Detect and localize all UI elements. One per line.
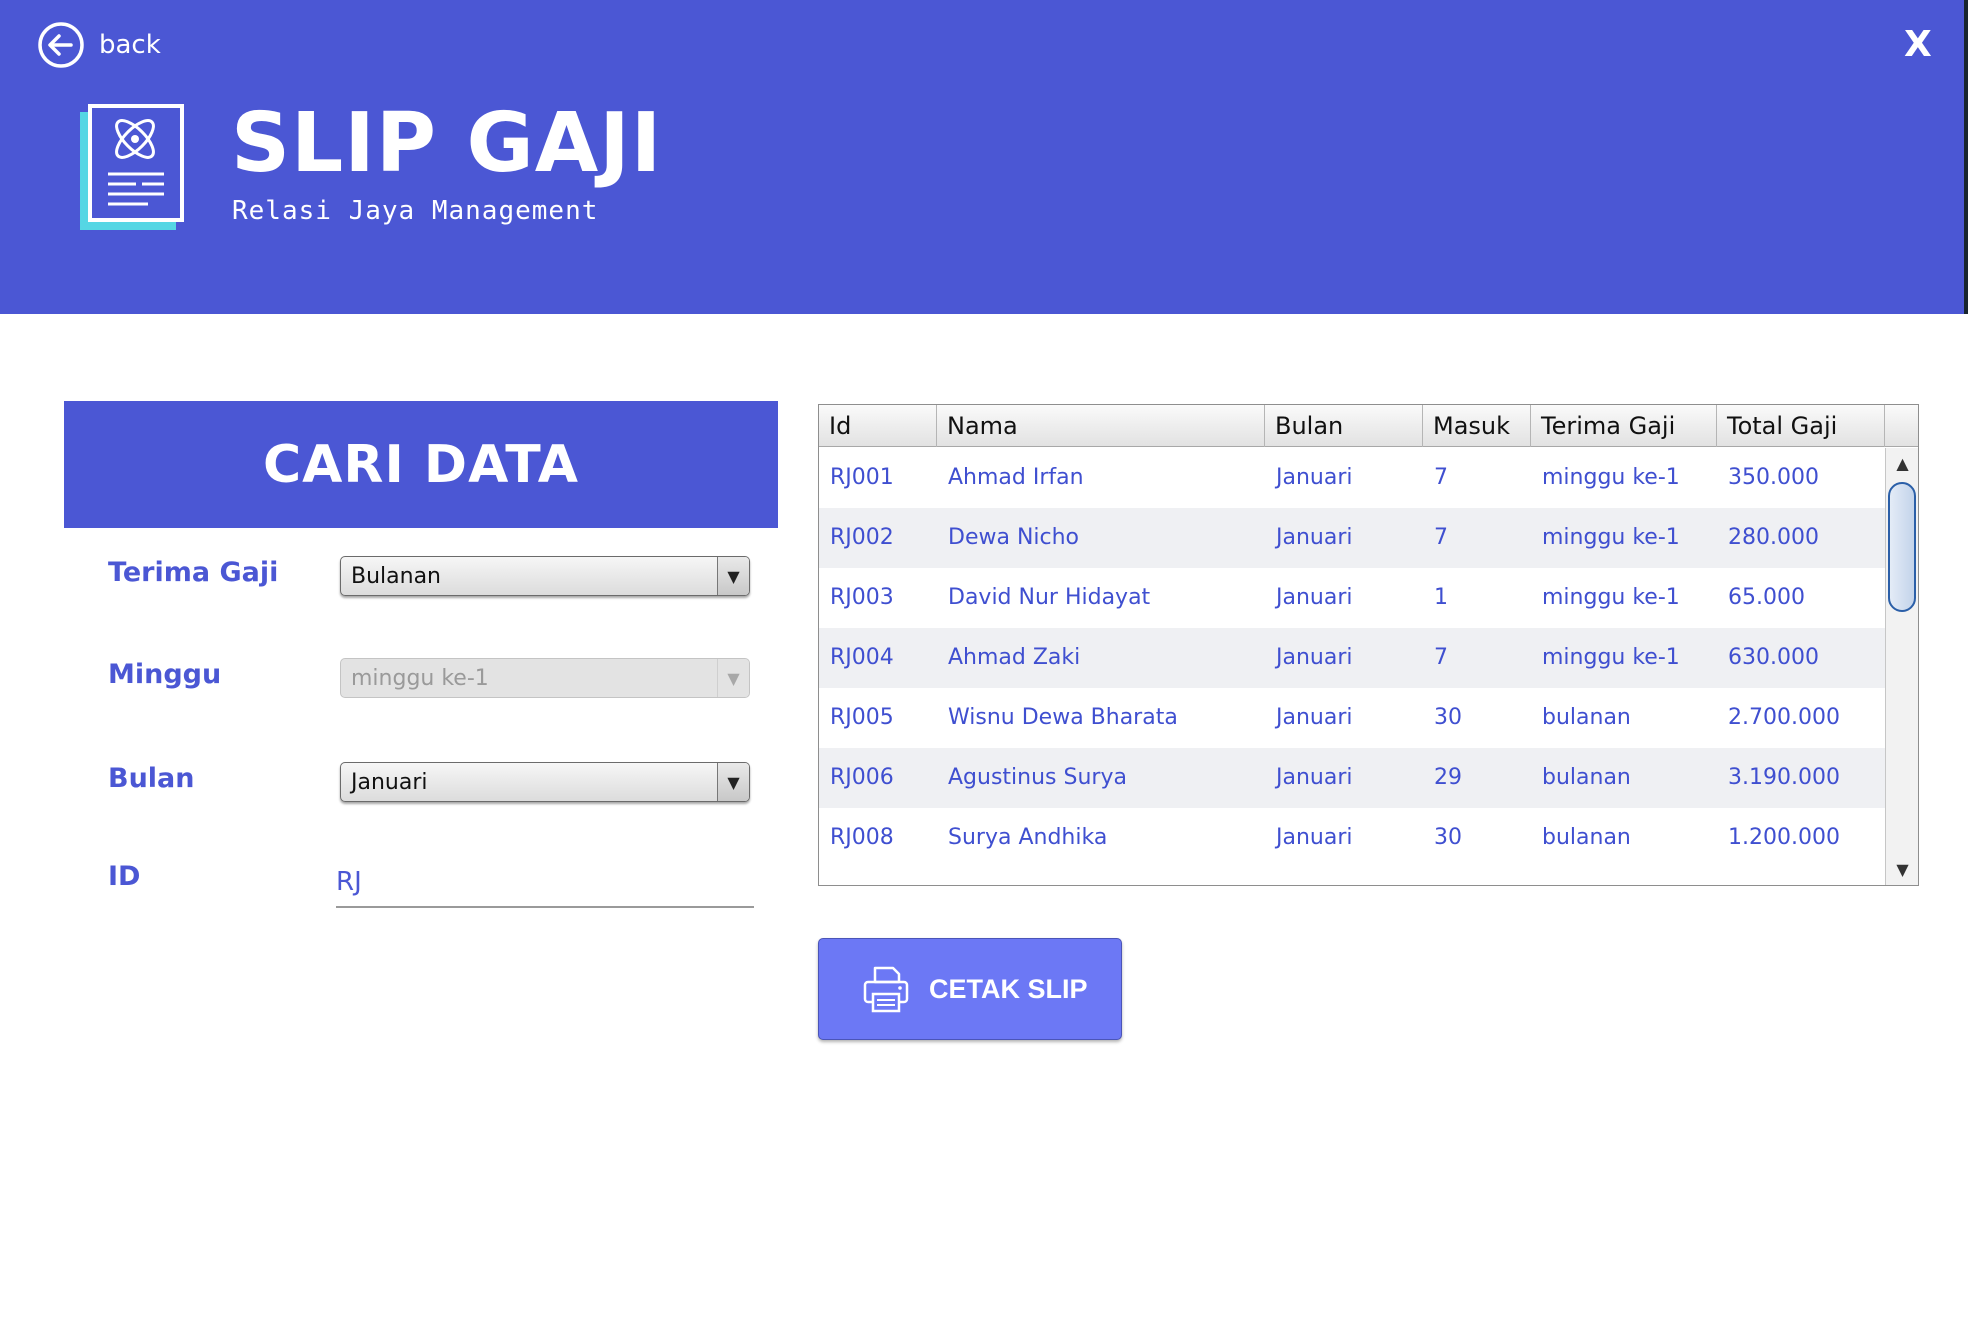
bulan-label: Bulan	[108, 763, 195, 794]
table-row[interactable]: RJ002 Dewa Nicho Januari 7 minggu ke-1 2…	[819, 508, 1885, 568]
cell-id: RJ008	[830, 825, 894, 850]
cell-bulan: Januari	[1276, 525, 1353, 550]
cell-terima-gaji: bulanan	[1542, 825, 1631, 850]
column-header-nama[interactable]: Nama	[937, 405, 1265, 447]
document-logo-icon	[80, 104, 184, 230]
table-row[interactable]: RJ006 Agustinus Surya Januari 29 bulanan…	[819, 748, 1885, 808]
cell-total-gaji: 630.000	[1728, 645, 1819, 670]
column-header-bulan[interactable]: Bulan	[1265, 405, 1423, 447]
cell-nama: David Nur Hidayat	[948, 585, 1151, 610]
cell-terima-gaji: minggu ke-1	[1542, 585, 1680, 610]
cell-masuk: 30	[1434, 825, 1462, 850]
page-subtitle: Relasi Jaya Management	[232, 196, 599, 226]
cell-id: RJ003	[830, 585, 894, 610]
cell-nama: Agustinus Surya	[948, 765, 1127, 790]
cell-total-gaji: 1.200.000	[1728, 825, 1840, 850]
cell-id: RJ002	[830, 525, 894, 550]
table-row[interactable]: RJ008 Surya Andhika Januari 30 bulanan 1…	[819, 808, 1885, 868]
search-panel-heading: CARI DATA	[64, 401, 778, 528]
header-bar: back X SLIP GAJI Relasi Jaya Management	[0, 0, 1968, 314]
table-row[interactable]: RJ001 Ahmad Irfan Januari 7 minggu ke-1 …	[819, 448, 1885, 508]
table-body: RJ001 Ahmad Irfan Januari 7 minggu ke-1 …	[819, 448, 1885, 885]
cell-total-gaji: 350.000	[1728, 465, 1819, 490]
scroll-up-arrow-icon[interactable]: ▲	[1886, 450, 1918, 478]
search-heading-label: CARI DATA	[263, 434, 579, 495]
cell-nama: Ahmad Zaki	[948, 645, 1081, 670]
cell-id: RJ005	[830, 705, 894, 730]
cell-bulan: Januari	[1276, 465, 1353, 490]
cell-id: RJ006	[830, 765, 894, 790]
chevron-down-icon: ▼	[717, 659, 749, 697]
cell-total-gaji: 65.000	[1728, 585, 1805, 610]
page-title: SLIP GAJI	[231, 96, 663, 191]
cell-bulan: Januari	[1276, 825, 1353, 850]
cell-terima-gaji: minggu ke-1	[1542, 645, 1680, 670]
cell-nama: Wisnu Dewa Bharata	[948, 705, 1178, 730]
print-slip-label: CETAK SLIP	[929, 973, 1088, 1004]
cell-id: RJ001	[830, 465, 894, 490]
id-input[interactable]	[336, 858, 754, 908]
scrollbar-thumb[interactable]	[1888, 482, 1916, 612]
cell-total-gaji: 280.000	[1728, 525, 1819, 550]
terima-gaji-label: Terima Gaji	[108, 557, 279, 588]
cell-terima-gaji: minggu ke-1	[1542, 525, 1680, 550]
close-button[interactable]: X	[1904, 24, 1936, 65]
cell-bulan: Januari	[1276, 645, 1353, 670]
minggu-label: Minggu	[108, 659, 222, 690]
table-header: Id Nama Bulan Masuk Terima Gaji Total Ga…	[819, 405, 1918, 447]
terima-gaji-select[interactable]: Bulanan ▼	[340, 556, 750, 596]
scroll-down-arrow-icon[interactable]: ▼	[1886, 856, 1918, 884]
bulan-select[interactable]: Januari ▼	[340, 762, 750, 802]
terima-gaji-value: Bulanan	[351, 563, 441, 589]
chevron-down-icon: ▼	[717, 557, 749, 595]
cell-bulan: Januari	[1276, 585, 1353, 610]
print-slip-button[interactable]: CETAK SLIP	[818, 938, 1122, 1040]
cell-masuk: 29	[1434, 765, 1462, 790]
bulan-value: Januari	[351, 769, 428, 795]
minggu-select: minggu ke-1 ▼	[340, 658, 750, 698]
printer-icon	[863, 966, 909, 1013]
vertical-scrollbar[interactable]: ▲ ▼	[1885, 448, 1918, 885]
back-label: back	[99, 30, 161, 60]
cell-id: RJ004	[830, 645, 894, 670]
table-row[interactable]: RJ005 Wisnu Dewa Bharata Januari 30 bula…	[819, 688, 1885, 748]
cell-masuk: 7	[1434, 525, 1448, 550]
cell-total-gaji: 3.190.000	[1728, 765, 1840, 790]
cell-terima-gaji: bulanan	[1542, 705, 1631, 730]
cell-terima-gaji: bulanan	[1542, 765, 1631, 790]
cell-nama: Dewa Nicho	[948, 525, 1080, 550]
column-header-masuk[interactable]: Masuk	[1423, 405, 1531, 447]
back-arrow-icon	[38, 22, 84, 68]
cell-bulan: Januari	[1276, 765, 1353, 790]
window-edge	[1964, 0, 1968, 314]
cell-total-gaji: 2.700.000	[1728, 705, 1840, 730]
chevron-down-icon: ▼	[717, 763, 749, 801]
back-button[interactable]: back	[37, 20, 161, 70]
cell-bulan: Januari	[1276, 705, 1353, 730]
cell-masuk: 1	[1434, 585, 1448, 610]
salary-table: Id Nama Bulan Masuk Terima Gaji Total Ga…	[818, 404, 1919, 886]
cell-masuk: 30	[1434, 705, 1462, 730]
cell-masuk: 7	[1434, 645, 1448, 670]
minggu-value: minggu ke-1	[351, 665, 489, 691]
id-label: ID	[108, 861, 141, 892]
column-header-total-gaji[interactable]: Total Gaji	[1717, 405, 1885, 447]
cell-nama: Surya Andhika	[948, 825, 1108, 850]
column-header-terima-gaji[interactable]: Terima Gaji	[1531, 405, 1717, 447]
column-header-id[interactable]: Id	[819, 405, 937, 447]
cell-terima-gaji: minggu ke-1	[1542, 465, 1680, 490]
cell-masuk: 7	[1434, 465, 1448, 490]
cell-nama: Ahmad Irfan	[948, 465, 1084, 490]
table-row[interactable]: RJ003 David Nur Hidayat Januari 1 minggu…	[819, 568, 1885, 628]
table-row[interactable]: RJ004 Ahmad Zaki Januari 7 minggu ke-1 6…	[819, 628, 1885, 688]
